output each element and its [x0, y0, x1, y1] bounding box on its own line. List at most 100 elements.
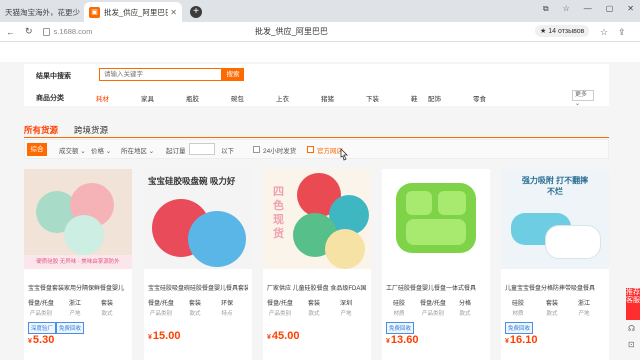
product-card[interactable]: 强力吸附 打不翻摔不烂 儿童宝宝餐盘分格防摔带吸盘餐具 硅胶 材质 套装 款式 浙江…: [501, 169, 609, 360]
product-attr: 套装 款式: [307, 301, 320, 317]
category-item[interactable]: 鞋: [411, 93, 418, 103]
cart-icon[interactable]: ⊡: [628, 340, 638, 350]
extensions-icon[interactable]: ⧉: [543, 4, 549, 14]
product-attr: 餐盘/托盘 产品类别: [267, 301, 293, 317]
product-title[interactable]: 宝宝硅胶吸盘碗硅胶餐盘婴儿餐具套装: [148, 283, 248, 292]
browser-tab-inactive[interactable]: 天猫淘宝海外，花更少，买: [0, 2, 80, 22]
product-attr: 深圳 产地: [339, 301, 352, 317]
search-in-results-label: 结果中搜索: [36, 73, 71, 80]
product-banner: 强力吸附 打不翻摔不烂: [521, 176, 589, 196]
plate-image: [325, 229, 365, 269]
sort-price[interactable]: 价格 ⌄: [91, 145, 111, 155]
close-icon[interactable]: ✕: [170, 8, 177, 17]
product-card[interactable]: 硬质硅胶 无异味 · 美味由掌源防外 宝宝餐盘套装家用分隔保鲜餐盘婴儿 餐盘/托…: [24, 169, 132, 360]
category-item[interactable]: 耗材: [96, 93, 109, 103]
filter-panel: 结果中搜索 搜索 商品分类 耗材 家具 瓶胶 碗包 上衣 猪猪 下装 鞋 配饰 …: [24, 64, 609, 107]
category-item[interactable]: 零食: [473, 93, 486, 103]
product-attr: 套装 款式: [100, 301, 113, 317]
page-title: 批发_供应_阿里巴巴: [255, 27, 328, 36]
category-item[interactable]: 碗包: [231, 93, 244, 103]
page-content: 结果中搜索 搜索 商品分类 耗材 家具 瓶胶 碗包 上衣 猪猪 下装 鞋 配饰 …: [0, 42, 640, 360]
new-tab-button[interactable]: +: [190, 6, 202, 18]
badge-free-return: 免费回收: [56, 322, 85, 334]
url-text: s.1688.com: [53, 27, 93, 36]
search-input[interactable]: [99, 68, 222, 81]
product-banner: 四色现货: [273, 186, 284, 240]
category-item[interactable]: 猪猪: [321, 93, 334, 103]
label-24h: 24小时发货: [263, 148, 297, 155]
top-strip: [0, 42, 640, 62]
alibaba-favicon-icon: ▣: [89, 6, 100, 18]
min-order-label: 起订量: [166, 148, 186, 155]
browser-tab-bar: 天猫淘宝海外，花更少，买 ▣ 批发_供应_阿里巴巴 ✕ + ⧉ ☆ — ▢ ✕: [0, 0, 640, 22]
category-item[interactable]: 瓶胶: [186, 93, 199, 103]
window-controls: ⧉ ☆ — ▢ ✕: [543, 4, 634, 14]
product-price: ¥13.60: [386, 334, 419, 346]
rating-chip[interactable]: ★ 14 отзывов: [535, 25, 590, 37]
category-item[interactable]: 配饰: [428, 93, 441, 103]
sort-region[interactable]: 所在地区 ⌄: [121, 145, 154, 155]
min-order-input[interactable]: [189, 143, 215, 155]
product-image[interactable]: 宝宝硅胶吸盘碗 吸力好: [144, 169, 252, 269]
minimize-icon[interactable]: —: [584, 4, 592, 14]
headset-icon[interactable]: ☊: [628, 324, 638, 334]
checkbox-24h[interactable]: [253, 146, 260, 153]
browser-tab-active[interactable]: ▣ 批发_供应_阿里巴巴 ✕: [84, 2, 182, 22]
chevron-down-icon: ⌄: [575, 101, 581, 107]
below-label: 以下: [221, 148, 234, 155]
product-attr: 套装 款式: [188, 301, 201, 317]
reload-icon[interactable]: ↻: [25, 26, 33, 37]
more-label: 更多: [575, 92, 588, 98]
product-attr: 环保 特点: [220, 301, 233, 317]
source-tabs: 所有货源 跨境货源: [24, 122, 609, 138]
product-card[interactable]: 宝宝硅胶吸盘碗 吸力好 宝宝硅胶吸盘碗硅胶餐盘婴儿餐具套装 餐盘/托盘 产品类别 …: [144, 169, 252, 360]
url-field[interactable]: s.1688.com: [42, 25, 163, 39]
checkbox-official[interactable]: [307, 146, 314, 153]
product-price: ¥16.10: [505, 334, 538, 346]
tab-all-sources[interactable]: 所有货源: [24, 124, 58, 136]
product-card[interactable]: 工厂硅胶餐盘婴儿餐盘一体式餐具 硅胶 材质 餐盘/托盘 产品类别 分格 款式 免费回收…: [382, 169, 490, 360]
product-attr: 套装 款式: [545, 301, 558, 317]
product-attr: 餐盘/托盘 产品类别: [420, 301, 446, 317]
sort-item[interactable]: 成交额 ⌄: [59, 145, 86, 155]
tray-image: [545, 225, 601, 259]
category-item[interactable]: 上衣: [276, 93, 289, 103]
product-attr: 餐盘/托盘 产品类别: [28, 301, 54, 317]
share-icon[interactable]: ⇪: [618, 27, 626, 38]
lock-icon: [42, 27, 50, 36]
tab-underline: [24, 137, 609, 138]
more-categories-button[interactable]: 更多 ⌄: [572, 90, 594, 107]
product-image[interactable]: 硬质硅胶 无异味 · 美味由掌源防外: [24, 169, 132, 269]
side-promo-badge[interactable]: 推荐 客服: [626, 288, 640, 320]
product-banner: 宝宝硅胶吸盘碗 吸力好: [148, 176, 236, 186]
bookmark-icon[interactable]: ☆: [600, 27, 608, 38]
bookmarks-icon[interactable]: ☆: [563, 4, 570, 14]
badge-free-return: 免费回收: [505, 322, 534, 334]
back-icon[interactable]: ←: [6, 27, 15, 37]
product-price: ¥5.30: [28, 334, 55, 346]
product-image[interactable]: 四色现货: [263, 169, 371, 269]
product-title[interactable]: 厂家供应 儿童硅胶餐盘 食品级FDA国: [267, 283, 367, 292]
product-title[interactable]: 工厂硅胶餐盘婴儿餐盘一体式餐具: [386, 283, 486, 292]
badge-free-return: 免费回收: [386, 322, 415, 334]
sort-bar: 综合 成交额 ⌄ 价格 ⌄ 所在地区 ⌄ 起订量 以下 24小时发货 官方网店: [24, 139, 609, 161]
search-button[interactable]: 搜索: [222, 68, 244, 81]
product-image[interactable]: 强力吸附 打不翻摔不烂: [501, 169, 609, 269]
window-close-icon[interactable]: ✕: [627, 4, 634, 14]
tab-cross-border[interactable]: 跨境货源: [74, 124, 108, 136]
maximize-icon[interactable]: ▢: [606, 4, 614, 14]
sort-comprehensive[interactable]: 综合: [27, 143, 47, 156]
plate-image: [64, 215, 104, 255]
tab-title: 天猫淘宝海外，花更少，买: [5, 7, 80, 17]
product-attr: 分格 款式: [458, 301, 471, 317]
tray-section: [406, 191, 432, 215]
product-card[interactable]: 四色现货 厂家供应 儿童硅胶餐盘 食品级FDA国 餐盘/托盘 产品类别 套装 款式 …: [263, 169, 371, 360]
tray-section: [406, 219, 466, 245]
product-title[interactable]: 宝宝餐盘套装家用分隔保鲜餐盘婴儿: [28, 283, 128, 292]
product-image[interactable]: [382, 169, 490, 269]
category-item[interactable]: 下装: [366, 93, 379, 103]
category-item[interactable]: 家具: [141, 93, 154, 103]
product-title[interactable]: 儿童宝宝餐盘分格防摔带吸盘餐具: [505, 283, 605, 292]
product-attr: 浙江 产地: [68, 301, 81, 317]
badge-factory-verified: 深度验厂: [28, 322, 57, 334]
